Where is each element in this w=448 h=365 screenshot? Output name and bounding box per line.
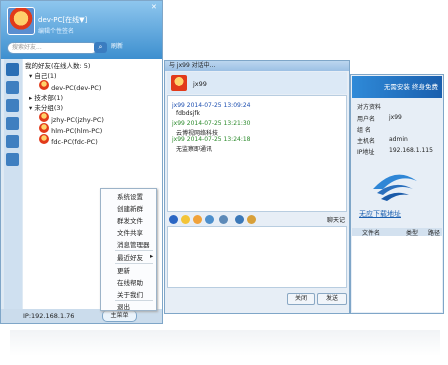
field-label: 组 名 (357, 127, 371, 134)
user-avatar[interactable] (7, 7, 35, 35)
message-header: jx99 2014-07-25 13:09:24 (172, 102, 251, 109)
image-icon[interactable] (205, 215, 214, 224)
send-button[interactable]: 发送 (317, 293, 347, 305)
menu-item[interactable]: 文件共享 (117, 227, 143, 237)
main-menu-popup: 系统设置 创建新群 群发文件 文件共享 消息管理器 最近好友 ▸ 更新 在线帮助… (100, 188, 157, 311)
recent-icon[interactable] (6, 99, 19, 112)
promo-banner: 无需安装 终身免费 (352, 76, 442, 98)
network-icon[interactable] (6, 153, 19, 166)
profile-title: 对方资料 (357, 104, 382, 111)
friends-header: 我的好友(在线人数: 5) (25, 62, 91, 70)
shake-icon[interactable] (193, 215, 202, 224)
search-icon[interactable]: ⌕ (94, 42, 107, 53)
message-header: jx99 2014-07-25 13:21:30 (172, 120, 251, 127)
menu-item[interactable]: 退出 (117, 301, 130, 311)
message-history[interactable]: jx99 2014-07-25 13:09:24 fdbdsjfk jx99 2… (167, 95, 347, 212)
field-value: 192.168.1.115 (389, 147, 433, 154)
menu-divider (115, 263, 153, 264)
menu-item[interactable]: 创建新群 (117, 203, 143, 213)
close-button[interactable]: 关闭 (287, 293, 315, 305)
menu-item[interactable]: 更新 (117, 265, 130, 275)
search-input[interactable]: 搜索好友... (7, 42, 98, 54)
main-header: dev-PC[在线▼] 编辑个性签名 ✕ 搜索好友... ⌕ 刷新 (1, 1, 162, 59)
contact-avatar[interactable] (171, 75, 187, 91)
list-item[interactable]: dev-PC(dev-PC) (39, 80, 101, 92)
message-body: 无监察即通讯 (176, 146, 213, 153)
contacts-icon[interactable] (6, 63, 19, 76)
contact-avatar-icon (39, 112, 49, 122)
file-table-body[interactable] (352, 236, 442, 312)
contact-name: jx99 (193, 80, 207, 88)
field-value: jx99 (389, 114, 402, 121)
chat-titlebar: 与 jx99 对话中... (165, 61, 349, 71)
font-icon[interactable] (169, 215, 178, 224)
signature[interactable]: 编辑个性签名 (38, 26, 74, 35)
profile-panel: 无需安装 终身免费 对方资料 用户名 jx99 组 名 主机名 admin IP… (350, 74, 444, 314)
list-item[interactable]: fdc-PC(fdc-PC) (39, 134, 98, 146)
contact-avatar-icon (39, 123, 49, 133)
message-input[interactable] (167, 226, 347, 288)
screenshot-icon[interactable] (219, 215, 228, 224)
file-icon[interactable] (235, 215, 244, 224)
file-table-header: 文件名 类型 路径 (352, 228, 442, 237)
field-label: 主机名 (357, 138, 376, 145)
folder-icon[interactable] (247, 215, 256, 224)
window-reflection (10, 330, 440, 356)
chat-toolbar: 聊天记录 (167, 214, 347, 233)
menu-divider (115, 250, 153, 251)
contact-avatar-icon (39, 134, 49, 144)
group-tech[interactable]: ▸ 技术部(1) (29, 92, 63, 102)
app-logo-icon (373, 174, 417, 201)
user-status[interactable]: dev-PC[在线▼] (38, 15, 87, 25)
download-link[interactable]: 无应下载地址 (359, 209, 401, 219)
menu-item[interactable]: 系统设置 (117, 191, 143, 201)
menu-item[interactable]: 最近好友 (117, 252, 143, 262)
field-label: 用户名 (357, 116, 376, 123)
menu-item[interactable]: 在线帮助 (117, 277, 143, 287)
message-body: fdbdsjfk (176, 110, 200, 117)
chat-window: 与 jx99 对话中... jx99 jx99 2014-07-25 13:09… (164, 60, 350, 314)
group-self[interactable]: ▾ 自己(1) (29, 70, 57, 80)
field-value: admin (389, 136, 408, 143)
message-icon[interactable] (6, 135, 19, 148)
sidebar (4, 59, 22, 309)
message-header: jx99 2014-07-25 13:24:18 (172, 136, 251, 143)
ip-address: IP:192.168.1.76 (23, 312, 75, 320)
contact-avatar-icon (39, 80, 49, 90)
chat-contact-bar: jx99 (167, 72, 347, 94)
menu-item[interactable]: 关于我们 (117, 289, 143, 299)
menu-item[interactable]: 群发文件 (117, 215, 143, 225)
emoji-icon[interactable] (181, 215, 190, 224)
group-ungrouped[interactable]: ▾ 未分组(3) (29, 102, 63, 112)
main-menu-button[interactable]: 主菜单 (102, 310, 137, 322)
close-icon[interactable]: ✕ (151, 3, 157, 11)
submenu-arrow-icon: ▸ (150, 252, 154, 260)
group-icon[interactable] (6, 81, 19, 94)
field-label: IP地址 (357, 149, 375, 156)
chat-title: 与 jx99 对话中... (169, 62, 216, 69)
refresh-button[interactable]: 刷新 (111, 41, 123, 50)
files-icon[interactable] (6, 117, 19, 130)
menu-item[interactable]: 消息管理器 (117, 239, 150, 249)
